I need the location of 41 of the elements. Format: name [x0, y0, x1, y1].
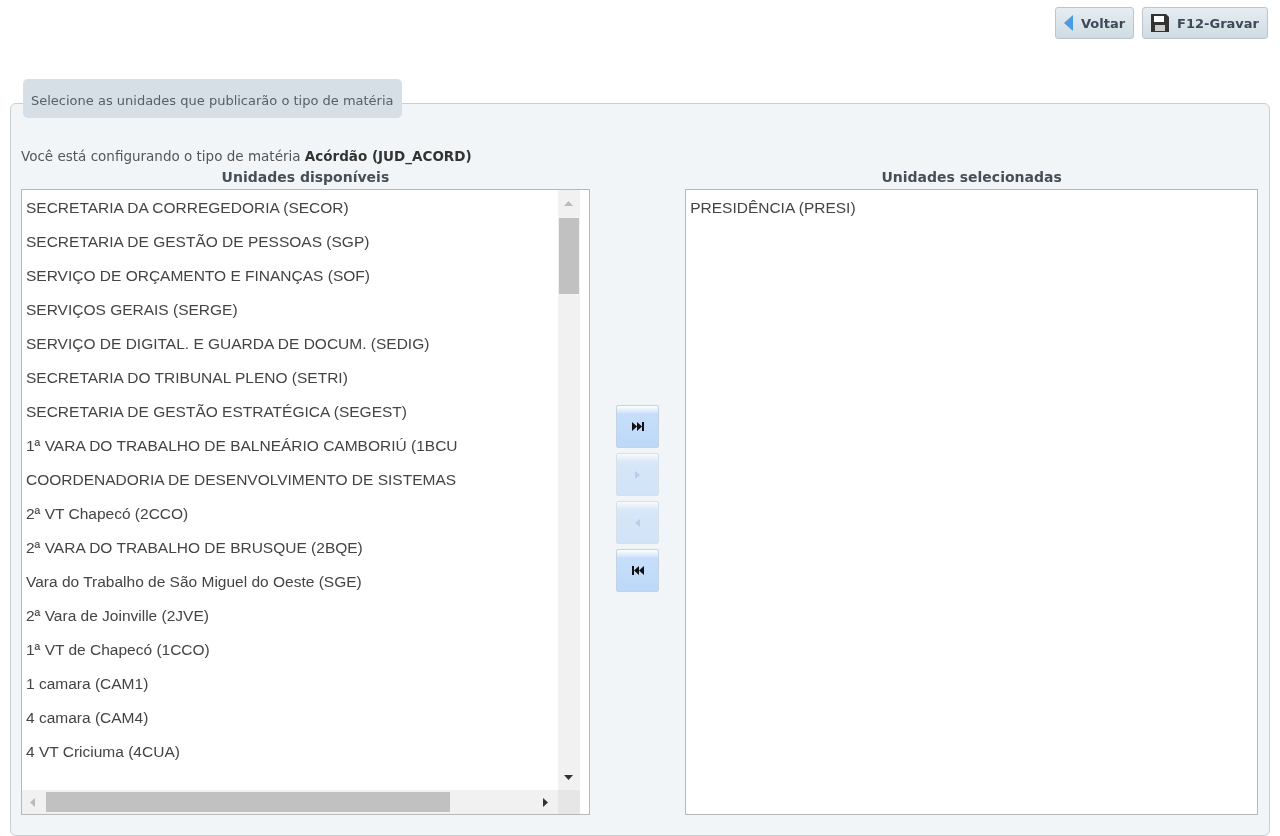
save-icon [1151, 14, 1170, 32]
list-item[interactable]: SERVIÇOS GERAIS (SERGE) [22, 293, 558, 327]
list-item[interactable]: SERVIÇO DE ORÇAMENTO E FINANÇAS (SOF) [22, 259, 558, 293]
scroll-thumb[interactable] [46, 792, 450, 812]
list-item[interactable]: Vara do Trabalho de São Miguel do Oeste (SGE) [22, 565, 558, 599]
list-item[interactable]: SECRETARIA DE GESTÃO DE PESSOAS (SGP) [22, 225, 558, 259]
intro-text: Você está configurando o tipo de matéria Acórdão (JUD_ACORD) [21, 148, 473, 164]
list-item[interactable]: SERVIÇO DE DIGITAL. E GUARDA DE DOCUM. (SEDIG) [22, 327, 558, 361]
list-item[interactable]: SECRETARIA DE GESTÃO ESTRATÉGICA (SEGEST) [22, 395, 558, 429]
column-title: Unidades selecionadas [881, 168, 1062, 187]
skip-back-icon [631, 566, 644, 575]
back-arrow-icon [1063, 15, 1073, 31]
list-item[interactable]: 2ª VT Chapecó (2CCO) [22, 497, 558, 531]
skip-forward-icon [631, 422, 644, 431]
vertical-scrollbar[interactable] [557, 190, 580, 790]
back-button[interactable]: Voltar [1054, 7, 1135, 39]
list-item[interactable]: 1 camara (CAM1) [22, 667, 558, 701]
list-item[interactable]: 1ª VT de Chapecó (1CCO) [22, 633, 558, 667]
horizontal-scrollbar[interactable] [22, 790, 558, 814]
scroll-thumb[interactable] [558, 218, 579, 294]
save-button[interactable]: F12-Gravar [1142, 7, 1268, 39]
scrollbar-corner [557, 790, 580, 814]
list-item[interactable]: 2ª VARA DO TRABALHO DE BRUSQUE (2BQE) [22, 531, 558, 565]
scroll-up-icon [563, 201, 573, 206]
back-icon [635, 518, 641, 527]
list-item[interactable]: 2ª Vara de Joinville (2JVE) [22, 599, 558, 633]
list-item[interactable]: 4 VT Criciuma (4CUA) [22, 735, 558, 769]
scroll-down-icon [563, 775, 573, 780]
play-icon [635, 470, 641, 479]
list-item[interactable]: 1ª VARA DO TRABALHO DE BALNEÁRIO CAMBORIÚ (1BCU [22, 429, 558, 463]
scroll-right-icon [542, 798, 548, 807]
list-item[interactable]: SECRETARIA DA CORREGEDORIA (SECOR) [22, 191, 558, 225]
list-item[interactable]: PRESIDÊNCIA (PRESI) [686, 191, 1257, 225]
column-title: Unidades disponíveis [221, 168, 390, 187]
list-item[interactable]: SECRETARIA DO TRIBUNAL PLENO (SETRI) [22, 361, 558, 395]
scroll-left-icon [30, 798, 35, 807]
move-button[interactable] [616, 549, 660, 592]
list-item[interactable]: COORDENADORIA DE DESENVOLVIMENTO DE SISTEMAS [22, 463, 558, 497]
move-button[interactable] [616, 405, 660, 448]
list-item[interactable]: 4 camara (CAM4) [22, 701, 558, 735]
panel-legend: Selecione as unidades que publicarão o tipo de matéria [23, 79, 402, 118]
